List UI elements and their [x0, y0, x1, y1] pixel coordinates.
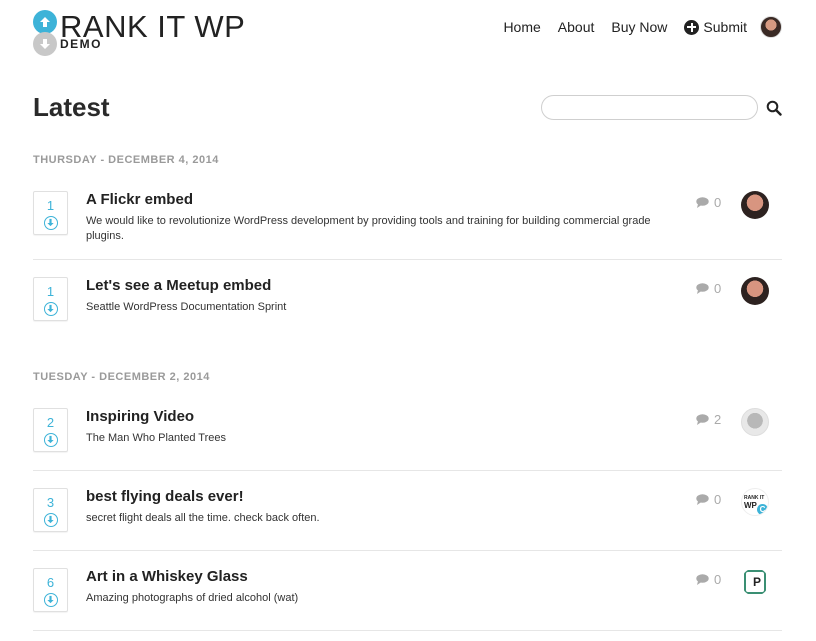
site-header: RANK IT WP DEMO Home About Buy Now Submi…	[0, 0, 816, 60]
comment-icon	[696, 283, 709, 294]
vote-box: 6	[33, 568, 68, 612]
post-divider	[33, 550, 782, 551]
nav-home-link[interactable]: Home	[503, 19, 540, 35]
comment-count: 0	[714, 281, 722, 296]
upvote-count[interactable]: 1	[34, 284, 67, 299]
logo-up-arrow-icon	[33, 10, 57, 34]
post-item: 2 Inspiring Video The Man Who Planted Tr…	[33, 408, 782, 458]
post-excerpt: Amazing photographs of dried alcohol (wa…	[86, 592, 299, 604]
author-avatar[interactable]: P	[741, 568, 769, 596]
post-excerpt: We would like to revolutionize WordPress…	[86, 215, 651, 242]
logo-down-arrow-icon	[33, 32, 57, 56]
comments-link[interactable]: 0	[696, 281, 721, 296]
downvote-icon[interactable]	[44, 513, 58, 527]
comments-link[interactable]: 0	[696, 195, 721, 210]
comment-count: 0	[714, 492, 722, 507]
downvote-icon[interactable]	[44, 433, 58, 447]
main-nav: Home About Buy Now Submit	[486, 12, 782, 42]
plus-circle-icon	[684, 19, 700, 35]
upvote-count[interactable]: 3	[34, 495, 67, 510]
post-excerpt: Seattle WordPress Documentation Sprint	[86, 301, 287, 313]
comment-icon	[696, 494, 709, 505]
badge-letter: P	[752, 575, 761, 589]
post-divider	[33, 470, 782, 471]
nav-submit-label: Submit	[703, 19, 747, 35]
day-heading: THURSDAY - DECEMBER 4, 2014	[33, 154, 219, 166]
post-item: 1 Let's see a Meetup embed Seattle WordP…	[33, 277, 782, 327]
nav-buy-now-link[interactable]: Buy Now	[611, 19, 667, 35]
downvote-icon[interactable]	[44, 302, 58, 316]
vote-box: 1	[33, 191, 68, 235]
author-avatar[interactable]: RANK IT WP C	[741, 488, 769, 516]
logo-arrows	[33, 10, 57, 56]
search-icon[interactable]	[766, 100, 782, 116]
day-heading: TUESDAY - DECEMBER 2, 2014	[33, 371, 210, 383]
user-avatar[interactable]	[760, 16, 782, 38]
upvote-count[interactable]: 6	[34, 575, 67, 590]
post-excerpt: The Man Who Planted Trees	[86, 432, 227, 444]
author-avatar[interactable]	[741, 191, 769, 219]
post-title[interactable]: Art in a Whiskey Glass	[86, 568, 248, 585]
post-item: 6 Art in a Whiskey Glass Amazing photogr…	[33, 568, 782, 618]
author-avatar[interactable]	[741, 277, 769, 305]
site-logo[interactable]: RANK IT WP DEMO	[33, 8, 245, 56]
avatar-logo-badge: C	[757, 504, 768, 515]
post-excerpt: secret flight deals all the time. check …	[86, 512, 320, 524]
nav-submit-link[interactable]: Submit	[684, 19, 747, 35]
vote-box: 3	[33, 488, 68, 532]
comments-link[interactable]: 0	[696, 572, 721, 587]
upvote-count[interactable]: 1	[34, 198, 67, 213]
post-item: 3 best flying deals ever! secret flight …	[33, 488, 782, 538]
post-title[interactable]: best flying deals ever!	[86, 488, 244, 505]
post-title[interactable]: Let's see a Meetup embed	[86, 277, 271, 294]
author-avatar[interactable]	[741, 408, 769, 436]
badge-icon: P	[744, 570, 766, 594]
comment-icon	[696, 197, 709, 208]
post-item: 1 A Flickr embed We would like to revolu…	[33, 191, 782, 242]
upvote-count[interactable]: 2	[34, 415, 67, 430]
vote-box: 1	[33, 277, 68, 321]
post-title[interactable]: A Flickr embed	[86, 191, 193, 208]
vote-box: 2	[33, 408, 68, 452]
downvote-icon[interactable]	[44, 593, 58, 607]
comment-icon	[696, 574, 709, 585]
page-title: Latest	[33, 92, 110, 122]
avatar-logo-wp: WP	[744, 501, 757, 510]
comments-link[interactable]: 0	[696, 492, 721, 507]
comment-count: 2	[714, 412, 722, 427]
search-input[interactable]	[541, 95, 758, 120]
comment-icon	[696, 414, 709, 425]
post-divider	[33, 630, 782, 631]
nav-about-link[interactable]: About	[558, 19, 595, 35]
post-divider	[33, 259, 782, 260]
comments-link[interactable]: 2	[696, 412, 721, 427]
downvote-icon[interactable]	[44, 216, 58, 230]
comment-count: 0	[714, 572, 722, 587]
post-title[interactable]: Inspiring Video	[86, 408, 194, 425]
brand-tagline: DEMO	[60, 37, 102, 51]
comment-count: 0	[714, 195, 722, 210]
